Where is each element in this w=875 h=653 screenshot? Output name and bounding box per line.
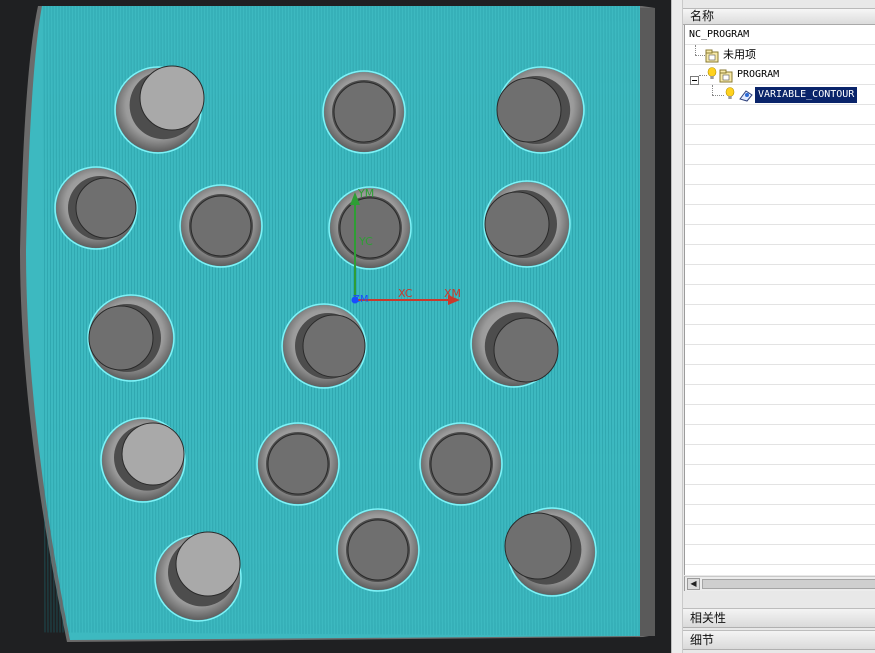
graphics-viewport[interactable]: YM YC ZM XC XM bbox=[0, 0, 671, 653]
tree-node-label[interactable]: PROGRAM bbox=[737, 65, 779, 85]
pin-10 bbox=[100, 417, 186, 503]
tree-row-variable-contour[interactable]: VARIABLE_CONTOUR bbox=[685, 85, 875, 105]
operation-icon bbox=[738, 87, 754, 107]
pin-6 bbox=[483, 180, 571, 268]
pin-4 bbox=[179, 184, 263, 268]
sash-divider[interactable] bbox=[671, 0, 683, 653]
scroll-thumb[interactable] bbox=[702, 579, 875, 589]
pin-9 bbox=[470, 300, 559, 388]
horizontal-scrollbar[interactable]: ◀ bbox=[684, 576, 875, 591]
pin-3 bbox=[54, 166, 138, 250]
dependencies-panel-header[interactable]: 相关性 bbox=[683, 608, 875, 628]
toolpath-scene: YM YC ZM XC XM bbox=[20, 5, 655, 642]
tree-row-unused-items[interactable]: 未用项 bbox=[685, 45, 875, 65]
pin-11 bbox=[256, 422, 340, 506]
operation-tree[interactable]: NC_PROGRAM 未用项 PROGRAM VARIABLE_CONTOUR bbox=[684, 25, 875, 575]
pin-2 bbox=[496, 66, 585, 154]
tree-node-label[interactable]: NC_PROGRAM bbox=[689, 25, 749, 45]
axis-xm-label: XM bbox=[444, 287, 461, 300]
pin-14 bbox=[336, 508, 420, 592]
tree-row-nc-program[interactable]: NC_PROGRAM bbox=[685, 25, 875, 45]
tree-node-label[interactable]: 未用项 bbox=[723, 45, 756, 65]
axis-yc-label: YC bbox=[358, 235, 373, 248]
status-bulb-icon bbox=[725, 87, 735, 107]
scroll-left-arrow-icon[interactable]: ◀ bbox=[687, 578, 700, 590]
column-header-name[interactable]: 名称 bbox=[683, 8, 875, 25]
axis-xc-label: XC bbox=[398, 287, 413, 300]
pin-7 bbox=[87, 294, 175, 382]
details-panel-header[interactable]: 细节 bbox=[683, 630, 875, 650]
pin-1 bbox=[322, 70, 406, 154]
status-bulb-icon bbox=[707, 67, 717, 87]
pin-8 bbox=[281, 303, 367, 389]
axis-ym-label: YM bbox=[357, 187, 374, 200]
tree-node-label-selected[interactable]: VARIABLE_CONTOUR bbox=[755, 87, 858, 103]
pin-12 bbox=[419, 422, 503, 506]
axis-zm-label: ZM bbox=[353, 294, 368, 305]
tree-row-program[interactable]: PROGRAM bbox=[685, 65, 875, 85]
part-right-edge bbox=[640, 8, 655, 636]
operation-navigator: 名称 NC_PROGRAM 未用项 PROGRAM VARIABLE_CONTO… bbox=[683, 0, 875, 653]
